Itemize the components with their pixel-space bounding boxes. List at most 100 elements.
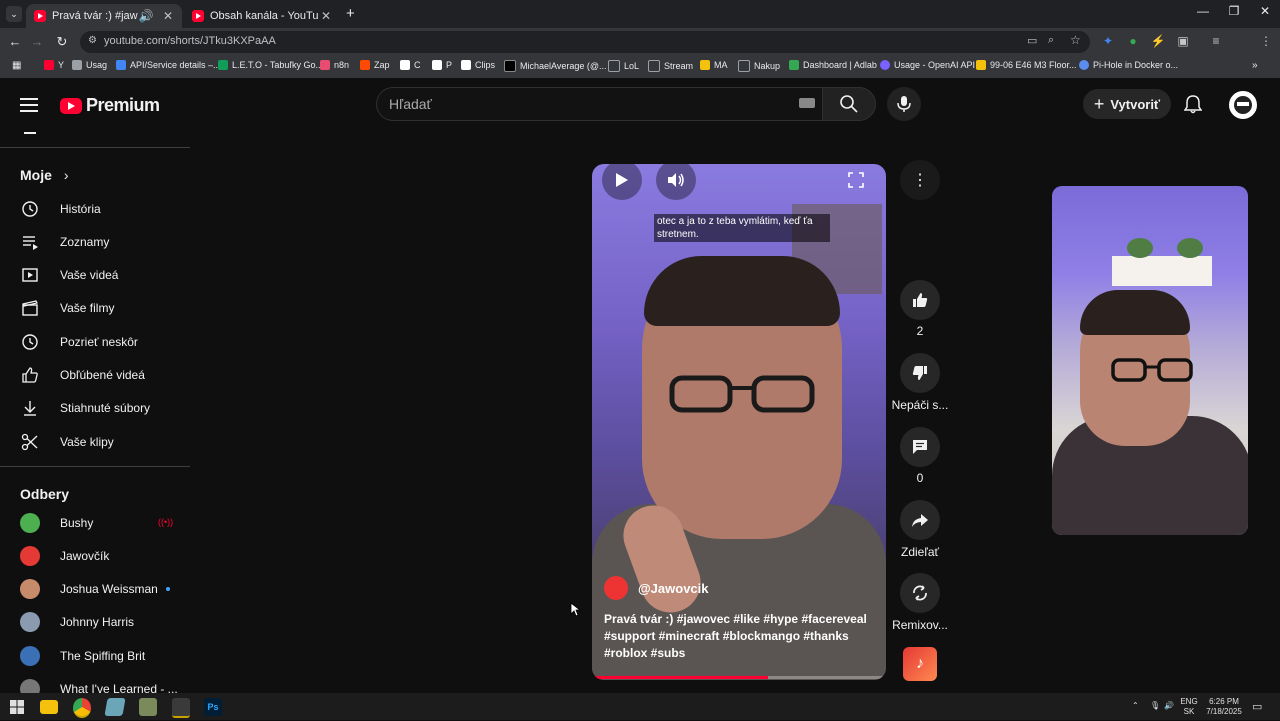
sidebar-item-clips[interactable]: Vaše klipy [0, 425, 192, 458]
media-controls-icon[interactable]: ≡ [1208, 34, 1224, 48]
minimize-icon[interactable]: — [1188, 4, 1218, 18]
subscription-item[interactable]: Joshua Weissman [0, 572, 192, 605]
remix-label: Remixov... [892, 618, 948, 632]
like-button[interactable]: 2 [900, 280, 940, 338]
bookmark-folder[interactable]: Nakup [738, 60, 780, 72]
photoshop-icon[interactable]: Ps [204, 698, 222, 716]
account-avatar[interactable] [1229, 91, 1257, 119]
file-explorer-icon[interactable] [40, 700, 58, 714]
forward-icon[interactable]: → [28, 34, 46, 49]
clock[interactable]: 6:26 PM 7/18/2025 [1200, 697, 1248, 717]
bookmark[interactable]: n8n [320, 60, 349, 70]
bookmark-favicon-icon [44, 60, 54, 70]
app-icon[interactable] [139, 698, 157, 716]
you-section-heading[interactable]: Moje › [20, 167, 69, 183]
subscription-item[interactable]: Jawovčík [0, 539, 192, 572]
share-button[interactable]: Zdieľať [900, 500, 940, 559]
bookmark[interactable]: L.E.T.O - Tabuľky Go... [218, 60, 323, 70]
new-tab-button[interactable]: + [346, 5, 355, 22]
voice-search-button[interactable] [887, 87, 921, 121]
zoom-icon[interactable]: ⌕ [1048, 34, 1054, 47]
sidebar-item-downloads[interactable]: Stiahnuté súbory [0, 391, 192, 424]
app-icon[interactable] [172, 698, 190, 718]
app-icon[interactable] [104, 698, 126, 716]
cast-icon[interactable]: ▭ [1027, 34, 1037, 47]
address-bar[interactable]: ⚙ youtube.com/shorts/JTku3KXPaAA ▭ ⌕ ☆ [80, 31, 1090, 53]
microphone-tray-icon[interactable]: 🎙 [1150, 701, 1160, 710]
bookmark[interactable]: C [400, 60, 421, 70]
channel-info[interactable]: @Jawovcik [604, 576, 709, 600]
windows-start-icon[interactable] [8, 698, 26, 716]
restore-icon[interactable]: ❐ [1219, 4, 1249, 18]
reload-icon[interactable]: ↻ [53, 34, 71, 50]
bookmark[interactable]: MA [700, 60, 728, 70]
site-info-icon[interactable]: ⚙ [88, 35, 97, 46]
bookmark[interactable]: 99-06 E46 M3 Floor... [976, 60, 1077, 70]
subscription-item[interactable]: Johnny Harris [0, 605, 192, 638]
extension-icon[interactable]: ✦ [1100, 34, 1116, 48]
extensions-puzzle-icon[interactable]: ▣ [1175, 34, 1191, 48]
bookmark[interactable]: Zap [360, 60, 390, 70]
comments-button[interactable]: 0 [900, 427, 940, 485]
keyboard-icon[interactable] [799, 98, 815, 108]
extension-icon[interactable]: ⚡ [1150, 34, 1166, 48]
tab-studio[interactable]: Obsah kanála - YouTube Studio ✕ [184, 4, 340, 28]
fullscreen-icon[interactable] [848, 172, 864, 188]
bookmark[interactable]: Usag [72, 60, 107, 70]
menu-icon[interactable] [20, 98, 38, 116]
notifications-icon[interactable] [1183, 94, 1203, 119]
youtube-premium-logo[interactable]: Premium [60, 95, 160, 116]
browser-menu-icon[interactable]: ⋮ [1258, 34, 1274, 48]
subscription-item[interactable]: Bushy ((•)) [0, 506, 192, 539]
sidebar-item-your-videos[interactable]: Vaše videá [0, 258, 192, 291]
tab-shorts[interactable]: Pravá tvár :) #jawovec #like 🔊 ✕ [26, 4, 182, 28]
video-description[interactable]: Pravá tvár :) #jawovec #like #hype #face… [604, 611, 880, 662]
bookmark[interactable]: MichaelAverage (@... [504, 60, 607, 72]
close-window-icon[interactable]: ✕ [1250, 4, 1280, 18]
play-button[interactable] [602, 164, 642, 200]
subscription-item[interactable]: The Spiffing Brit [0, 639, 192, 672]
more-options-button[interactable]: ⋮ [900, 160, 940, 200]
sidebar-item-liked[interactable]: Obľúbené videá [0, 358, 192, 391]
bookmark[interactable]: P [432, 60, 452, 70]
share-label: Zdieľať [900, 545, 939, 559]
bookmark-label: LoL [624, 61, 640, 71]
bookmark[interactable]: API/Service details –... [116, 60, 221, 70]
back-icon[interactable]: ← [6, 34, 24, 49]
bookmark[interactable]: Pi-Hole in Docker o... [1079, 60, 1178, 70]
subscription-item[interactable]: What I've Learned - ... [0, 672, 192, 693]
bookmark-folder[interactable]: LoL [608, 60, 639, 72]
shorts-video-player[interactable]: otec a ja to z teba vymlátim, keď ťa str… [592, 164, 886, 680]
chrome-icon[interactable] [73, 698, 91, 718]
tab-search-button[interactable]: ⌄ [6, 6, 22, 22]
bookmark[interactable]: Dashboard | Adlab [789, 60, 877, 70]
search-input[interactable]: Hľadať [376, 87, 823, 121]
sidebar-item-watch-later[interactable]: Pozrieť neskôr [0, 325, 192, 358]
more-bookmarks-icon[interactable]: » [1252, 60, 1258, 71]
language-indicator[interactable]: ENG SK [1178, 697, 1200, 717]
tab-close-icon[interactable]: ✕ [318, 9, 334, 23]
apps-grid-icon[interactable]: ▦ [12, 60, 21, 71]
bookmark-folder[interactable]: Stream [648, 60, 693, 72]
notifications-tray-icon[interactable]: ▭ [1252, 700, 1262, 713]
sidebar-item-movies[interactable]: Vaše filmy [0, 291, 192, 324]
sidebar-item-playlists[interactable]: Zoznamy [0, 225, 192, 258]
sidebar-item-history[interactable]: História [0, 192, 192, 225]
bookmark[interactable]: Y [44, 60, 64, 70]
remix-button[interactable]: Remixov... [892, 573, 948, 632]
sound-thumbnail[interactable]: ♪ [903, 647, 937, 681]
volume-button[interactable] [656, 164, 696, 200]
bookmark-label: Usage - OpenAI API [894, 60, 976, 70]
extension-icon[interactable]: ● [1125, 34, 1141, 48]
bookmark-star-icon[interactable]: ☆ [1070, 33, 1081, 47]
tab-audio-icon[interactable]: 🔊 [138, 9, 154, 23]
dislike-button[interactable]: Nepáči s... [892, 353, 948, 412]
create-button[interactable]: + Vytvoriť [1083, 89, 1171, 119]
volume-tray-icon[interactable]: 🔊 [1164, 701, 1174, 710]
search-button[interactable] [822, 87, 876, 121]
bookmark[interactable]: Usage - OpenAI API [880, 60, 975, 70]
tab-close-icon[interactable]: ✕ [160, 9, 176, 23]
bookmark[interactable]: Clips [461, 60, 495, 70]
tray-overflow-icon[interactable]: ⌃ [1132, 701, 1139, 710]
progress-bar[interactable] [592, 676, 886, 679]
